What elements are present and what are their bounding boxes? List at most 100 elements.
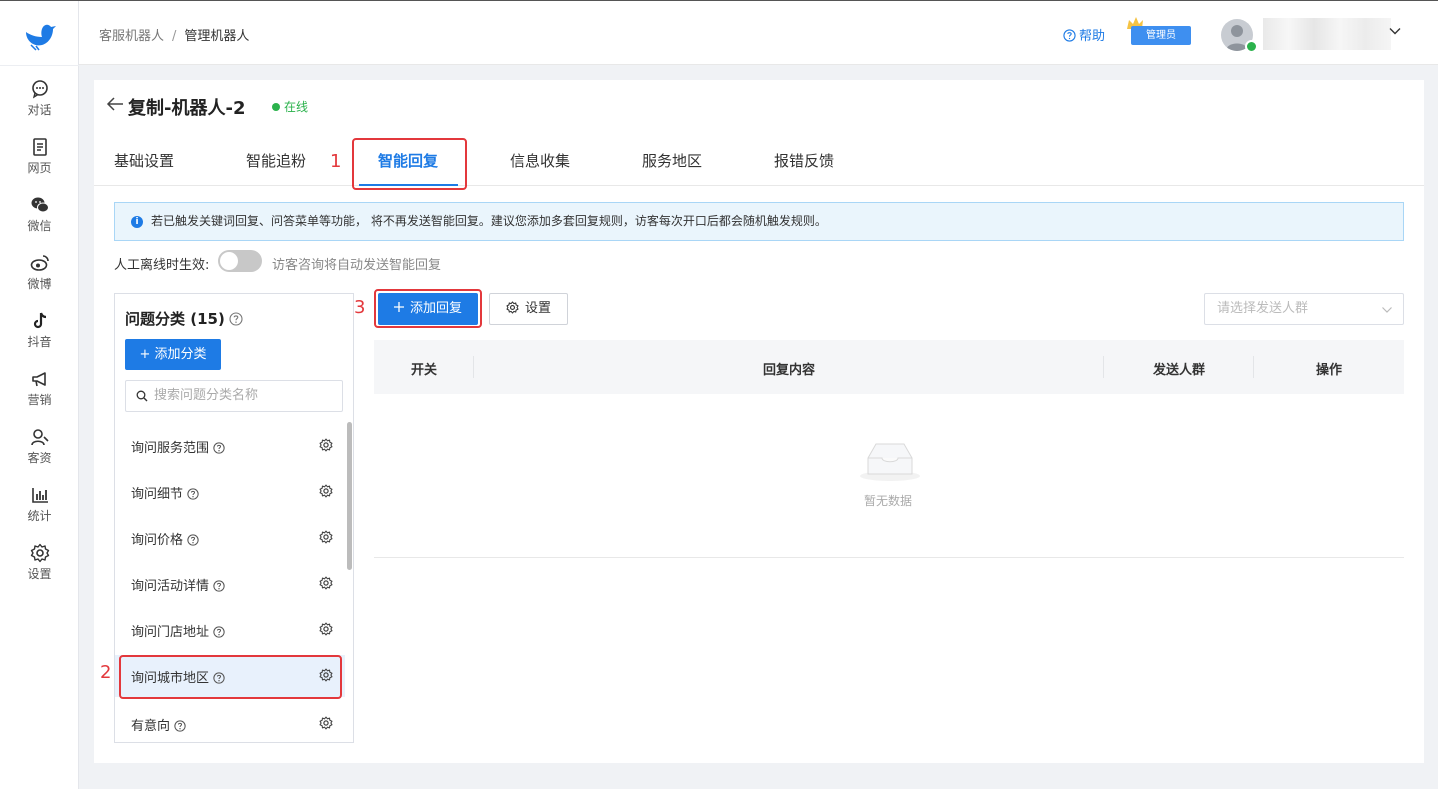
megaphone-icon [31,372,46,387]
search-icon [136,390,148,402]
sidebar-item-label: 微博 [27,277,52,291]
gear-icon [30,543,49,563]
breadcrumb-parent[interactable]: 客服机器人 [99,29,164,44]
tab-error-feedback[interactable]: 报错反馈 [774,150,834,171]
tab-service-area[interactable]: 服务地区 [642,150,702,171]
status-text: 在线 [284,100,309,114]
category-search-input[interactable]: 搜索问题分类名称 [125,380,343,412]
offline-label: 人工离线时生效: [114,258,210,273]
column-header-content: 回复内容 [763,363,816,378]
wechat-icon [31,197,49,213]
back-arrow-icon[interactable] [106,96,124,112]
chart-icon [31,488,48,503]
category-item[interactable]: 有意向 [115,703,345,742]
sidebar-item-label: 统计 [27,509,52,523]
sidebar-item-wechat[interactable]: 微信 [0,195,79,245]
sidebar-item-label: 抖音 [27,335,52,349]
category-label: 询问价格 [131,533,184,548]
breadcrumb: 客服机器人 / 管理机器人 [99,25,249,44]
tab-basic-settings[interactable]: 基础设置 [114,150,174,171]
robot-editor-card: 复制-机器人-2 在线 基础设置 智能追粉 智能回复 信息收集 服务地区 报错反… [94,80,1424,763]
chat-icon [31,80,48,99]
webpage-icon [32,138,47,156]
reply-settings-label: 设置 [524,301,551,316]
sidebar-item-label: 网页 [27,161,52,175]
offline-toggle[interactable] [218,250,262,272]
category-item[interactable]: 询问活动详情 [115,563,345,605]
gear-icon[interactable] [319,484,333,498]
category-item[interactable]: 询问细节 [115,471,345,513]
empty-inbox-icon [860,443,920,481]
sidebar-item-webpage[interactable]: 网页 [0,137,79,187]
gear-icon[interactable] [319,576,333,590]
sidebar-item-marketing[interactable]: 营销 [0,369,79,419]
breadcrumb-current: 管理机器人 [184,29,250,44]
gear-icon[interactable] [319,530,333,544]
annotation-box-category [119,655,342,699]
sidebar-item-label: 对话 [27,103,52,117]
sidebar-item-label: 营销 [27,393,52,407]
send-group-select[interactable]: 请选择发送人群 [1204,293,1404,325]
annotation-label-1: 1 [330,151,342,172]
category-item[interactable]: 询问门店地址 [115,609,345,651]
column-divider [1253,356,1254,378]
sidebar-item-label: 微信 [27,219,52,233]
sidebar-item-stats[interactable]: 统计 [0,485,79,535]
category-scrollbar[interactable] [347,422,352,570]
offline-tip: 访客咨询将自动发送智能回复 [272,258,442,273]
weibo-icon [30,255,49,271]
status-badge: 在线 [272,98,308,115]
tab-info-collection[interactable]: 信息收集 [510,150,570,171]
help-icon [174,720,186,732]
customer-icon [30,429,49,446]
annotation-box-tab [352,138,467,190]
online-dot-icon [272,103,280,111]
sidebar-item-settings[interactable]: 设置 [0,543,79,593]
category-label: 询问服务范围 [131,441,210,456]
sidebar-item-douyin[interactable]: 抖音 [0,311,79,361]
help-icon[interactable] [229,312,243,326]
sidebar-item-label: 客资 [27,451,52,465]
bird-logo-icon[interactable] [22,19,56,51]
help-icon [213,626,225,638]
reply-settings-button[interactable]: 设置 [489,293,568,325]
category-title: 问题分类 (15) [125,308,243,329]
info-icon: i [131,216,143,228]
online-check-icon [1245,40,1258,53]
gear-icon [506,301,519,314]
reply-table-header: 开关 回复内容 发送人群 操作 [374,340,1404,394]
sidebar-item-chat[interactable]: 对话 [0,79,79,129]
category-title-text: 问题分类 (15) [125,310,225,328]
tab-smart-follow[interactable]: 智能追粉 [246,150,306,171]
category-label: 询问细节 [131,487,184,502]
gear-icon[interactable] [319,438,333,452]
category-item[interactable]: 询问价格 [115,517,345,559]
column-divider [1103,356,1104,378]
sidebar-item-weibo[interactable]: 微博 [0,253,79,303]
category-item[interactable]: 询问服务范围 [115,425,345,467]
column-header-actions: 操作 [1316,363,1343,378]
tab-bar: 基础设置 智能追粉 智能回复 信息收集 服务地区 报错反馈 [94,136,1424,186]
add-category-button[interactable]: + 添加分类 [125,339,221,370]
admin-badge: 管理员 [1131,26,1191,45]
sidebar-item-customers[interactable]: 客资 [0,427,79,477]
help-icon [187,534,199,546]
chevron-down-icon[interactable] [1389,25,1401,37]
help-icon [1063,29,1076,42]
help-label: 帮助 [1079,29,1106,44]
annotation-label-3: 3 [354,297,366,318]
sidebar-item-label: 设置 [27,567,52,581]
empty-state-text: 暂无数据 [864,494,913,508]
annotation-label-2: 2 [100,662,112,683]
toggle-knob [220,252,238,270]
help-link[interactable]: 帮助 [1063,25,1105,44]
chevron-down-icon [1382,307,1392,313]
column-divider [473,356,474,378]
help-icon [213,442,225,454]
robot-name: 复制-机器人-2 [128,98,246,119]
help-icon [187,488,199,500]
table-bottom-border [374,557,1404,558]
annotation-box-add-reply [374,289,482,328]
gear-icon[interactable] [319,716,333,730]
gear-icon[interactable] [319,622,333,636]
